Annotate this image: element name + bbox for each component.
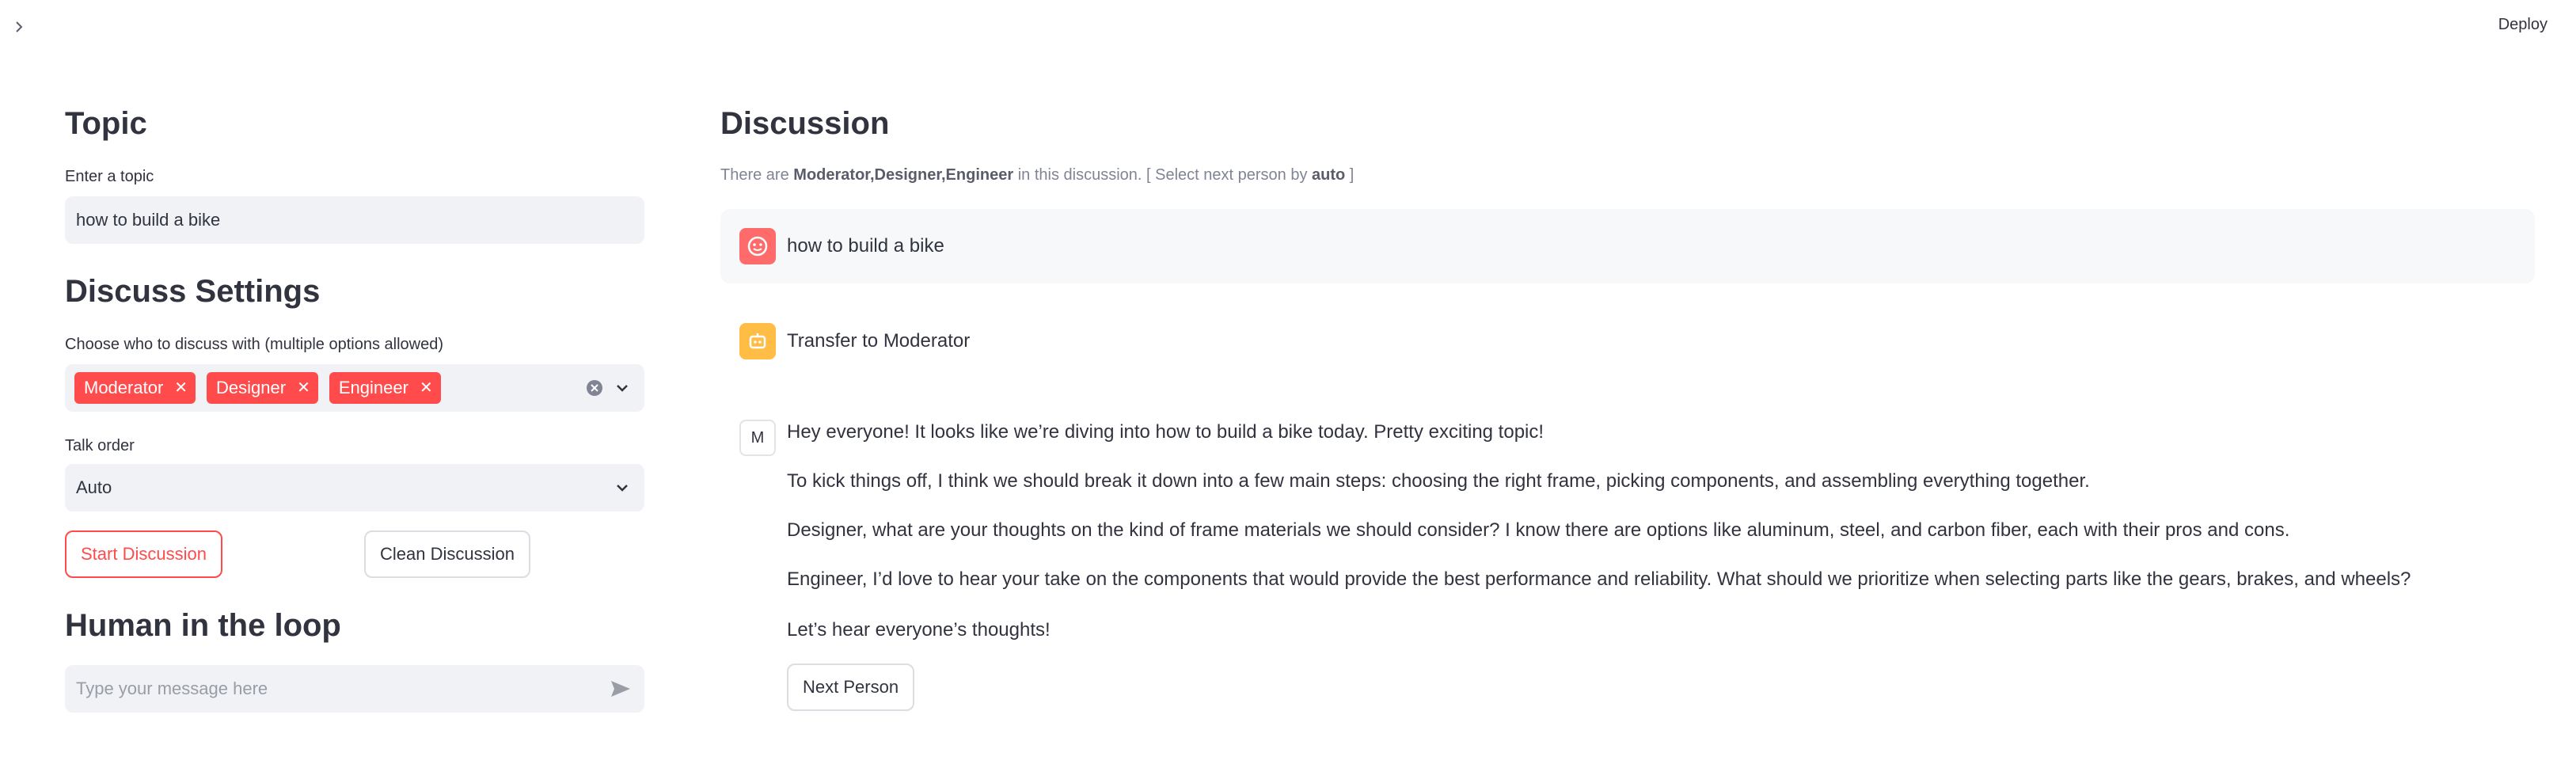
chat-message-text: Transfer to Moderator bbox=[787, 330, 971, 352]
talk-order-value: Auto bbox=[76, 477, 112, 497]
caption-prefix: There are bbox=[720, 166, 789, 184]
discuss-settings-title: Discuss Settings bbox=[65, 274, 321, 309]
moderator-avatar: M bbox=[739, 420, 776, 456]
participant-chip-engineer: Engineer ✕ bbox=[329, 372, 441, 404]
discussion-caption: There are Moderator,Designer,Engineer in… bbox=[720, 166, 1354, 184]
talk-order-label: Talk order bbox=[65, 437, 135, 454]
user-avatar bbox=[739, 228, 776, 264]
moderator-paragraph: To kick things off, I think we should br… bbox=[787, 470, 2090, 492]
deploy-button[interactable]: Deploy bbox=[2494, 13, 2552, 37]
send-icon[interactable] bbox=[610, 679, 632, 703]
participant-chip-label: Engineer bbox=[338, 378, 408, 397]
remove-chip-icon[interactable]: ✕ bbox=[297, 380, 310, 396]
caption-people: Moderator,Designer,Engineer bbox=[793, 166, 1014, 184]
participant-chip-label: Moderator bbox=[84, 378, 164, 397]
participants-multiselect[interactable]: Moderator ✕ Designer ✕ Engineer ✕ bbox=[65, 364, 644, 412]
human-in-the-loop-title: Human in the loop bbox=[65, 608, 341, 643]
message-input[interactable]: Type your message here bbox=[65, 665, 644, 713]
next-person-button[interactable]: Next Person bbox=[787, 663, 915, 711]
clear-all-icon[interactable] bbox=[586, 379, 603, 401]
caption-suffix: ] bbox=[1349, 166, 1354, 184]
chat-message-assistant: Transfer to Moderator bbox=[720, 304, 2535, 378]
topic-label: Enter a topic bbox=[65, 168, 154, 185]
chat-message-moderator: M Hey everyone! It looks like we’re divi… bbox=[720, 404, 2535, 720]
user-icon bbox=[747, 236, 768, 257]
moderator-paragraph: Let’s hear everyone’s thoughts! bbox=[787, 619, 1051, 641]
moderator-paragraph: Hey everyone! It looks like we’re diving… bbox=[787, 421, 1544, 443]
expand-sidebar-chevron-icon[interactable] bbox=[9, 17, 28, 36]
topic-input[interactable]: how to build a bike bbox=[65, 196, 644, 244]
participant-chip-label: Designer bbox=[216, 378, 287, 397]
topic-title: Topic bbox=[65, 106, 147, 141]
start-discussion-button[interactable]: Start Discussion bbox=[65, 530, 222, 578]
moderator-paragraph: Engineer, I’d love to hear your take on … bbox=[787, 568, 2411, 590]
topic-input-value: how to build a bike bbox=[76, 210, 221, 230]
caption-mode: auto bbox=[1312, 166, 1346, 184]
remove-chip-icon[interactable]: ✕ bbox=[420, 380, 433, 396]
message-input-placeholder: Type your message here bbox=[76, 679, 268, 698]
participant-chip-designer: Designer ✕ bbox=[207, 372, 318, 404]
chevron-down-icon[interactable] bbox=[614, 380, 630, 401]
caption-mid: in this discussion. [ Select next person… bbox=[1017, 166, 1308, 184]
participant-chip-moderator: Moderator ✕ bbox=[74, 372, 196, 404]
chat-message-text: how to build a bike bbox=[787, 235, 944, 257]
moderator-paragraph: Designer, what are your thoughts on the … bbox=[787, 519, 2290, 541]
talk-order-select[interactable]: Auto bbox=[65, 464, 644, 511]
chat-message-user: how to build a bike bbox=[720, 209, 2535, 283]
chevron-down-icon bbox=[614, 480, 630, 500]
remove-chip-icon[interactable]: ✕ bbox=[174, 380, 188, 396]
assistant-avatar bbox=[739, 323, 776, 359]
participants-label: Choose who to discuss with (multiple opt… bbox=[65, 336, 444, 353]
discussion-title: Discussion bbox=[720, 106, 890, 141]
clean-discussion-button[interactable]: Clean Discussion bbox=[364, 530, 530, 578]
robot-icon bbox=[749, 333, 766, 349]
